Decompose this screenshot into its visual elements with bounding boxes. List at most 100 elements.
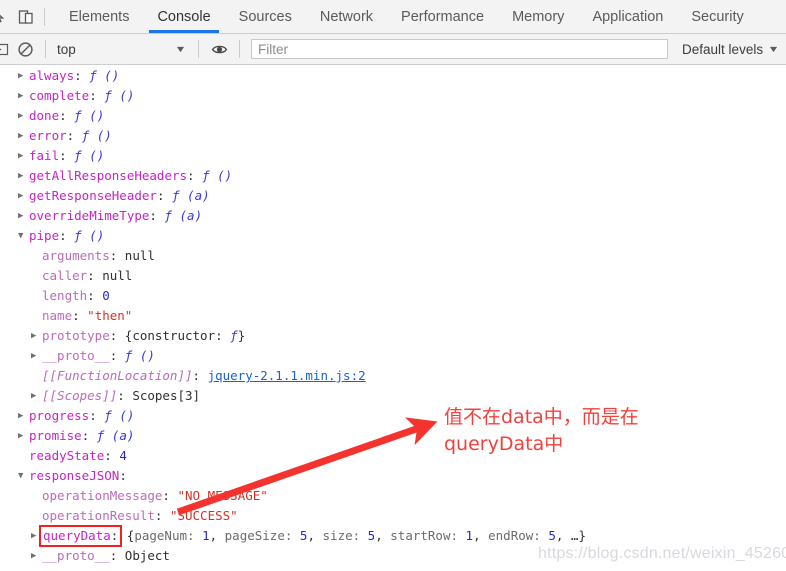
console-property-row[interactable]: ▶name: "then" <box>0 306 786 326</box>
console-property-row[interactable]: ▶ __proto__: Object <box>0 546 786 566</box>
triangle-placeholder-icon: ▶ <box>31 306 42 326</box>
console-property-row[interactable]: ▶ overrideMimeType: ƒ (a) <box>0 206 786 226</box>
tab-security[interactable]: Security <box>677 0 757 33</box>
tab-sources[interactable]: Sources <box>225 0 306 33</box>
property-colon: : <box>156 188 165 203</box>
property-colon: : <box>81 428 90 443</box>
tab-network[interactable]: Network <box>306 0 387 33</box>
create-live-expression-icon[interactable] <box>206 34 232 64</box>
property-value: ƒ () <box>74 146 104 166</box>
triangle-right-icon[interactable]: ▶ <box>18 206 29 226</box>
source-link[interactable]: jquery-2.1.1.min.js:2 <box>208 368 366 383</box>
console-property-row[interactable]: ▶ promise: ƒ (a) <box>0 426 786 446</box>
clear-console-icon[interactable] <box>12 34 38 64</box>
console-property-row[interactable]: ▶ queryData: {pageNum: 1, pageSize: 5, si… <box>0 525 786 547</box>
chevron-down-icon: ▼ <box>767 44 780 54</box>
property-entry: error: <box>29 126 74 146</box>
value-segment: 1 <box>465 528 474 543</box>
property-key: always <box>29 68 75 83</box>
triangle-right-icon[interactable]: ▶ <box>18 406 29 426</box>
property-colon: : <box>89 408 97 423</box>
console-property-row[interactable]: ▶ error: ƒ () <box>0 126 786 146</box>
filter-input[interactable] <box>251 39 669 59</box>
console-property-row[interactable]: ▶operationResult: "SUCCESS" <box>0 506 786 526</box>
tab-label: Elements <box>69 8 130 25</box>
value-segment: "NO_MESSAGE" <box>177 488 268 503</box>
triangle-right-icon[interactable]: ▶ <box>18 86 29 106</box>
property-key: length <box>42 288 88 303</box>
triangle-right-icon[interactable]: ▶ <box>18 106 29 126</box>
triangle-right-icon[interactable]: ▶ <box>31 346 42 366</box>
triangle-right-icon[interactable]: ▶ <box>18 146 29 166</box>
console-property-row[interactable]: ▼ pipe: ƒ () <box>0 226 786 246</box>
property-entry: __proto__: <box>42 546 117 566</box>
console-property-row[interactable]: ▶length: 0 <box>0 286 786 306</box>
property-value: {pageNum: 1, pageSize: 5, size: 5, start… <box>127 526 586 546</box>
console-property-row[interactable]: ▶ progress: ƒ () <box>0 406 786 426</box>
tab-elements[interactable]: Elements <box>55 0 143 33</box>
triangle-right-icon[interactable]: ▶ <box>31 546 42 566</box>
property-colon: : <box>162 488 170 503</box>
console-property-row[interactable]: ▶[[FunctionLocation]]: jquery-2.1.1.min.… <box>0 366 786 386</box>
property-key: complete <box>29 88 90 103</box>
value-segment: ƒ () <box>104 408 135 423</box>
log-levels-dropdown[interactable]: Default levels ▼ <box>672 42 786 57</box>
property-colon: : <box>109 348 118 363</box>
console-property-row[interactable]: ▼ responseJSON: <box>0 466 786 486</box>
show-console-sidebar-icon[interactable] <box>0 34 12 64</box>
value-segment: , <box>209 528 225 543</box>
property-space <box>117 326 125 346</box>
triangle-right-icon[interactable]: ▶ <box>18 166 29 186</box>
property-value[interactable]: jquery-2.1.1.min.js:2 <box>208 366 366 386</box>
triangle-down-icon[interactable]: ▼ <box>18 466 29 486</box>
property-key: prototype <box>42 328 110 343</box>
triangle-right-icon[interactable]: ▶ <box>18 426 29 446</box>
tab-console[interactable]: Console <box>143 0 224 33</box>
console-property-row[interactable]: ▶arguments: null <box>0 246 786 266</box>
triangle-right-icon[interactable]: ▶ <box>31 526 42 546</box>
triangle-right-icon[interactable]: ▶ <box>18 66 29 86</box>
log-levels-label: Default levels <box>682 41 764 57</box>
property-value: ƒ () <box>74 226 104 246</box>
property-value: 0 <box>102 286 110 306</box>
console-property-row[interactable]: ▶ always: ƒ () <box>0 66 786 86</box>
property-key: [[FunctionLocation]] <box>42 368 193 383</box>
console-property-row[interactable]: ▶ getResponseHeader: ƒ (a) <box>0 186 786 206</box>
device-toolbar-icon[interactable] <box>12 0 40 33</box>
console-property-row[interactable]: ▶ __proto__: ƒ () <box>0 346 786 366</box>
property-key: responseJSON <box>29 468 120 483</box>
console-output[interactable]: ▶ always: ƒ () ▶ complete: ƒ () ▶ done: ƒ () ▶… <box>0 66 786 571</box>
console-property-row[interactable]: ▶ complete: ƒ () <box>0 86 786 106</box>
tab-performance[interactable]: Performance <box>387 0 498 33</box>
console-property-row[interactable]: ▶ [[Scopes]]: Scopes[3] <box>0 386 786 406</box>
triangle-right-icon[interactable]: ▶ <box>31 326 42 346</box>
property-key: promise <box>29 428 82 443</box>
triangle-right-icon[interactable]: ▶ <box>31 386 42 406</box>
console-property-row[interactable]: ▶ prototype: {constructor: ƒ} <box>0 326 786 346</box>
console-property-row[interactable]: ▶ getAllResponseHeaders: ƒ () <box>0 166 786 186</box>
property-entry: __proto__: <box>42 346 117 366</box>
triangle-right-icon[interactable]: ▶ <box>18 186 29 206</box>
console-property-row[interactable]: ▶caller: null <box>0 266 786 286</box>
triangle-right-icon[interactable]: ▶ <box>18 126 29 146</box>
toolbar-divider-1 <box>45 40 46 58</box>
tab-memory[interactable]: Memory <box>498 0 578 33</box>
triangle-placeholder-icon: ▶ <box>31 506 42 526</box>
property-space <box>80 306 88 326</box>
tab-application[interactable]: Application <box>578 0 677 33</box>
inspect-element-icon[interactable] <box>0 0 12 33</box>
property-space <box>97 406 105 426</box>
triangle-down-icon[interactable]: ▼ <box>18 226 29 246</box>
console-property-row[interactable]: ▶readyState: 4 <box>0 446 786 466</box>
value-segment: pageSize: <box>224 528 300 543</box>
value-segment: 1 <box>202 528 210 543</box>
execution-context-select[interactable]: top ▼ <box>53 42 191 57</box>
property-key: operationResult <box>42 508 155 523</box>
tab-label: Security <box>691 8 744 25</box>
console-property-row[interactable]: ▶ done: ƒ () <box>0 106 786 126</box>
property-key: readyState <box>29 448 105 463</box>
value-segment: pageNum: <box>134 528 203 543</box>
console-property-row[interactable]: ▶operationMessage: "NO_MESSAGE" <box>0 486 786 506</box>
property-colon: : <box>59 108 67 123</box>
console-property-row[interactable]: ▶ fail: ƒ () <box>0 146 786 166</box>
